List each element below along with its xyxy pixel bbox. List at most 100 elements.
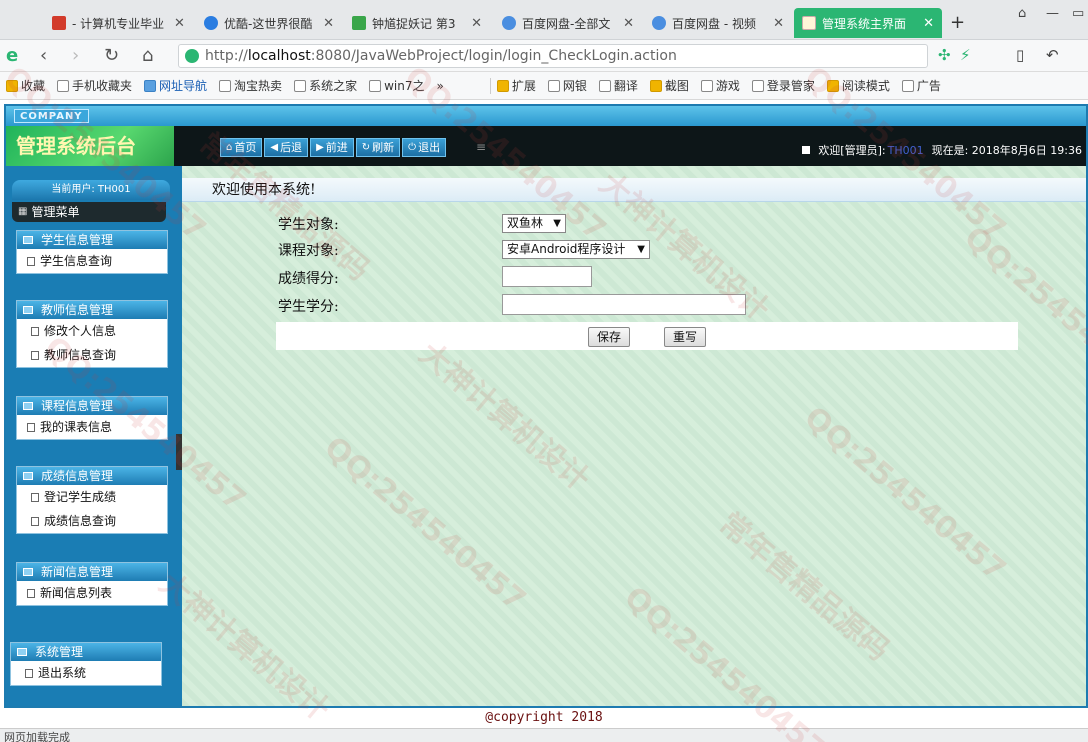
current-user-label: 当前用户: TH001 [12,180,170,200]
browser-tab-1[interactable]: - 计算机专业毕业 ✕ [44,8,194,38]
forward-arrow-icon[interactable]: › [72,45,79,66]
tab-title: 管理系统主界面 [822,16,907,31]
refresh-button[interactable]: ↻ 刷新 [355,138,401,157]
close-icon[interactable]: ✕ [923,16,934,31]
toolbar-extensions[interactable]: 扩展 [496,77,536,94]
home-icon[interactable]: ⌂ [142,45,153,66]
toolbar-label: 网银 [562,79,587,93]
toolbar-translate[interactable]: 翻译 [598,77,638,94]
restore-icon[interactable]: ▭ [1072,6,1084,21]
group-header[interactable]: 系统管理 [11,643,161,661]
close-icon[interactable]: ✕ [323,16,334,31]
logout-button[interactable]: ⏻ 退出 [402,138,447,157]
browser-tab-2[interactable]: 优酷-这世界很酷 ✕ [196,8,342,38]
more-bookmarks-icon[interactable]: » [436,79,443,93]
menu-item-my-schedule[interactable]: 我的课表信息 [17,415,167,439]
forward-button[interactable]: ▶ 前进 [310,138,354,157]
page-icon [52,16,66,30]
bookmark-nav[interactable]: 网址导航 [144,77,207,94]
bookmark-label: 网址导航 [159,79,208,93]
menu-item-student-query[interactable]: 学生信息查询 [17,249,167,273]
back-icon: ◀ [270,142,279,153]
toolbar-ads[interactable]: 广告 [901,77,941,94]
top-strip: COMPANY [6,106,1086,126]
menu-item-teacher-query[interactable]: 教师信息查询 [17,343,167,367]
toolbar-reading-mode[interactable]: 阅读模式 [826,77,890,94]
doc-icon [27,588,35,598]
credit-input[interactable] [502,294,746,315]
score-label: 成绩得分: [278,271,339,287]
group-title: 成绩信息管理 [41,469,114,483]
grid-icon [496,79,509,92]
bookmark-xitong[interactable]: 系统之家 [294,77,357,94]
doc-icon [31,516,39,526]
menu-item-logout[interactable]: 退出系统 [11,661,161,685]
group-header[interactable]: 新闻信息管理 [17,563,167,581]
browser-tab-3[interactable]: 钟馗捉妖记 第3 ✕ [344,8,490,38]
lightning-icon[interactable]: ⚡ [960,46,971,64]
home-button[interactable]: ⌂ 首页 [220,138,263,157]
back-arrow-icon[interactable]: ‹ [40,45,47,66]
current-time: 现在是: 2018年8月6日 19:36 [931,144,1082,157]
doc-icon [27,256,35,266]
url-input[interactable]: http://localhost:8080/JavaWebProject/log… [178,44,928,68]
bookmark-label: win7之 [384,79,425,93]
reload-icon[interactable]: ↻ [104,45,119,66]
menu-item-register-score[interactable]: 登记学生成绩 [17,485,167,509]
toolbar-login-manager[interactable]: 登录管家 [751,77,815,94]
undo-icon[interactable]: ↶ [1046,46,1059,64]
back-button[interactable]: ◀ 后退 [264,138,309,157]
close-icon[interactable]: ✕ [174,16,185,31]
menu-title: 管理菜单 [31,205,80,219]
speed-icon[interactable]: ✣ [938,46,951,64]
group-header[interactable]: 学生信息管理 [17,231,167,249]
menu-item-score-query[interactable]: 成绩信息查询 [17,509,167,533]
grid-icon: ▦ [18,206,28,217]
toolbar-label: 登录管家 [766,79,815,93]
close-icon[interactable]: ✕ [773,16,784,31]
skin-icon[interactable]: ⌂ [1018,6,1026,21]
menu-item-label: 退出系统 [38,666,87,680]
browser-tab-5[interactable]: 百度网盘 - 视频 ✕ [644,8,792,38]
score-input[interactable] [502,266,592,287]
browser-tab-4[interactable]: 百度网盘-全部文 ✕ [494,8,642,38]
tab-title: - 计算机专业毕业 [72,16,165,31]
new-tab-icon[interactable]: + [950,12,965,33]
menu-group-news: 新闻信息管理 新闻信息列表 [16,562,168,606]
group-header[interactable]: 教师信息管理 [17,301,167,319]
play-icon [204,16,218,30]
bookmark-taobao[interactable]: 淘宝热卖 [219,77,282,94]
form-button-row: 保存 重写 [276,322,1018,350]
browser-tab-active[interactable]: 管理系统主界面 ✕ [794,8,942,38]
menu-item-edit-profile[interactable]: 修改个人信息 [17,319,167,343]
welcome-info: 欢迎[管理员]: TH001 现在是: 2018年8月6日 19:36 [802,142,1082,158]
toolbar-bank[interactable]: 网银 [547,77,587,94]
phone-icon[interactable]: ▯ [1016,46,1024,64]
toolbar-screenshot[interactable]: 截图 [649,77,689,94]
menu-item-label: 修改个人信息 [44,324,117,338]
bookmark-label: 淘宝热卖 [234,79,283,93]
group-header[interactable]: 成绩信息管理 [17,467,167,485]
credit-label: 学生学分: [278,299,339,315]
save-button[interactable]: 保存 [588,327,631,347]
bookmark-win7[interactable]: win7之 [369,77,424,94]
star-icon [6,79,18,92]
tab-title: 优酷-这世界很酷 [224,16,313,31]
menu-item-label: 登记学生成绩 [44,490,117,504]
bookmark-mobile[interactable]: 手机收藏夹 [57,77,132,94]
toolbar-label: 截图 [664,79,689,93]
minimize-icon[interactable]: — [1046,6,1059,21]
course-select[interactable]: 安卓Android程序设计 ▼ [502,240,650,259]
copyright-footer: @copyright 2018 [485,710,603,725]
student-select[interactable]: 双鱼林 ▼ [502,214,566,233]
tab-title: 百度网盘 - 视频 [672,16,756,31]
close-icon[interactable]: ✕ [623,16,634,31]
close-icon[interactable]: ✕ [471,16,482,31]
reset-button[interactable]: 重写 [664,327,707,347]
group-header[interactable]: 课程信息管理 [17,397,167,415]
bookmark-favorites[interactable]: 收藏 [6,77,45,94]
toolbar-games[interactable]: 游戏 [700,77,740,94]
nav-label: 后退 [280,141,303,154]
menu-item-label: 新闻信息列表 [40,586,113,600]
menu-item-news-list[interactable]: 新闻信息列表 [17,581,167,605]
